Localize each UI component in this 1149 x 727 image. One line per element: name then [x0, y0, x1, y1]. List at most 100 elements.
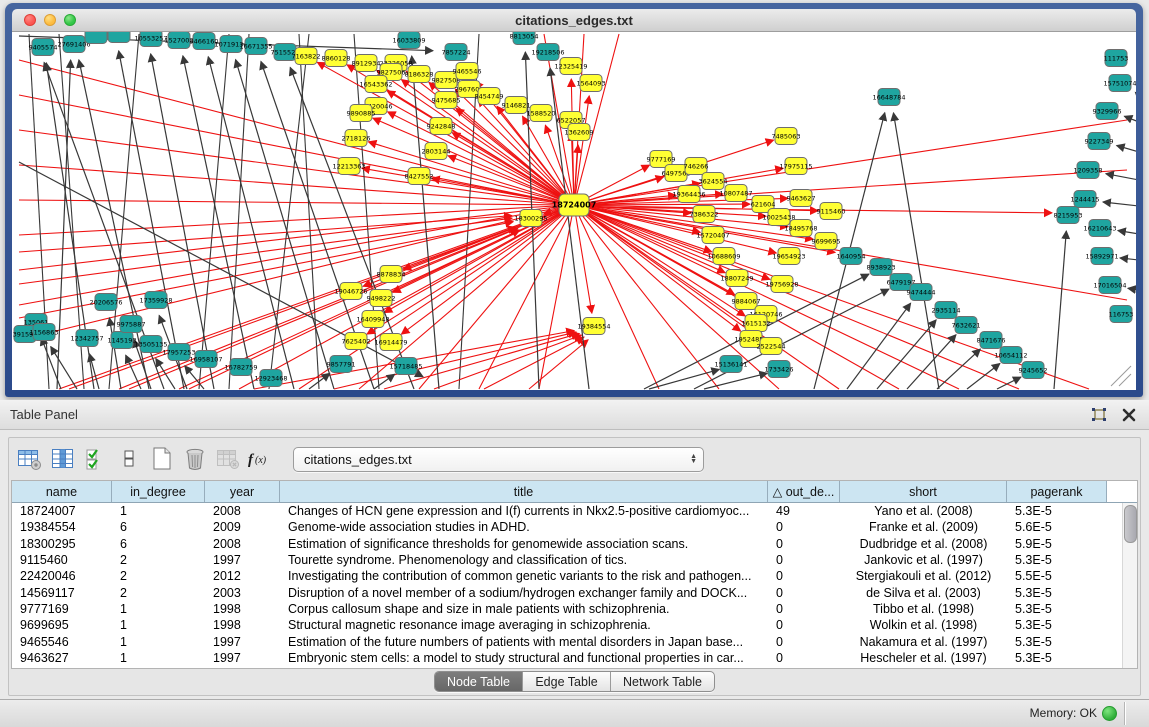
cell-in_degree[interactable]: 6 — [112, 520, 205, 534]
cell-title[interactable]: Estimation of the future numbers of pati… — [280, 635, 768, 649]
close-panel-icon[interactable] — [1119, 406, 1139, 424]
cell-year[interactable]: 2012 — [205, 569, 280, 583]
cell-short[interactable]: Nakamura et al. (1997) — [840, 635, 1007, 649]
cell-in_degree[interactable]: 1 — [112, 602, 205, 616]
import-table-icon[interactable] — [213, 445, 243, 473]
network-canvas[interactable]: 1872400718300295193845549405574276914061… — [12, 32, 1136, 390]
cell-in_degree[interactable]: 1 — [112, 635, 205, 649]
cell-year[interactable]: 2003 — [205, 586, 280, 600]
cell-title[interactable]: Structural magnetic resonance image aver… — [280, 618, 768, 632]
function-icon[interactable]: f(x) — [246, 445, 276, 473]
cell-out_degree[interactable]: 0 — [768, 618, 840, 632]
table-row[interactable]: 2242004622012Investigating the contribut… — [12, 568, 1123, 584]
table-settings-icon[interactable] — [15, 445, 45, 473]
cell-pagerank[interactable]: 5.3E-5 — [1007, 635, 1107, 649]
cell-title[interactable]: Embryonic stem cells: a model to study s… — [280, 651, 768, 665]
float-panel-icon[interactable] — [1089, 406, 1109, 424]
cell-name[interactable]: 9465546 — [12, 635, 112, 649]
cell-pagerank[interactable]: 5.3E-5 — [1007, 618, 1107, 632]
row-check-icon[interactable] — [81, 445, 111, 473]
cell-out_degree[interactable]: 0 — [768, 635, 840, 649]
column-header-title[interactable]: title — [280, 481, 768, 502]
cell-year[interactable]: 1997 — [205, 553, 280, 567]
cell-title[interactable]: Changes of HCN gene expression and I(f) … — [280, 504, 768, 518]
cell-name[interactable]: 9115460 — [12, 553, 112, 567]
cell-pagerank[interactable]: 5.6E-5 — [1007, 520, 1107, 534]
cell-out_degree[interactable]: 0 — [768, 602, 840, 616]
cell-in_degree[interactable]: 1 — [112, 504, 205, 518]
cell-in_degree[interactable]: 1 — [112, 618, 205, 632]
cell-pagerank[interactable]: 5.3E-5 — [1007, 553, 1107, 567]
cell-short[interactable]: Stergiakouli et al. (2012) — [840, 569, 1007, 583]
table-row[interactable]: 1456911722003Disruption of a novel membe… — [12, 584, 1123, 600]
cell-in_degree[interactable]: 2 — [112, 553, 205, 567]
cell-short[interactable]: Hescheler et al. (1997) — [840, 651, 1007, 665]
column-header-in_degree[interactable]: in_degree — [112, 481, 205, 502]
cell-year[interactable]: 1998 — [205, 618, 280, 632]
cell-title[interactable]: Investigating the contribution of common… — [280, 569, 768, 583]
cell-year[interactable]: 2008 — [205, 504, 280, 518]
cell-short[interactable]: Yano et al. (2008) — [840, 504, 1007, 518]
column-header-year[interactable]: year — [205, 481, 280, 502]
window-titlebar[interactable]: citations_edges.txt — [12, 9, 1136, 32]
table-row[interactable]: 969969511998Structural magnetic resonanc… — [12, 617, 1123, 633]
cell-short[interactable]: Franke et al. (2009) — [840, 520, 1007, 534]
cell-out_degree[interactable]: 0 — [768, 569, 840, 583]
table-row[interactable]: 1872400712008Changes of HCN gene express… — [12, 503, 1123, 519]
cell-short[interactable]: Dudbridge et al. (2008) — [840, 537, 1007, 551]
column-header-short[interactable]: short — [840, 481, 1007, 502]
cell-pagerank[interactable]: 5.5E-5 — [1007, 569, 1107, 583]
table-row[interactable]: 946362711997Embryonic stem cells: a mode… — [12, 650, 1123, 666]
rows-icon[interactable] — [114, 445, 144, 473]
column-select-icon[interactable] — [48, 445, 78, 473]
cell-title[interactable]: Tourette syndrome. Phenomenology and cla… — [280, 553, 768, 567]
delete-table-icon[interactable] — [180, 445, 210, 473]
tab-edge-table[interactable]: Edge Table — [523, 672, 611, 691]
cell-year[interactable]: 1997 — [205, 635, 280, 649]
table-row[interactable]: 1938455462009Genome-wide association stu… — [12, 519, 1123, 535]
resize-grip-icon[interactable] — [1111, 366, 1131, 386]
cell-year[interactable]: 2009 — [205, 520, 280, 534]
cell-title[interactable]: Genome-wide association studies in ADHD. — [280, 520, 768, 534]
cell-short[interactable]: Wolkin et al. (1998) — [840, 618, 1007, 632]
cell-year[interactable]: 1998 — [205, 602, 280, 616]
cell-pagerank[interactable]: 5.3E-5 — [1007, 504, 1107, 518]
cell-in_degree[interactable]: 2 — [112, 586, 205, 600]
cell-out_degree[interactable]: 49 — [768, 504, 840, 518]
cell-pagerank[interactable]: 5.3E-5 — [1007, 602, 1107, 616]
table-row[interactable]: 977716911998Corpus callosum shape and si… — [12, 601, 1123, 617]
graph-node[interactable] — [108, 32, 130, 43]
cell-in_degree[interactable]: 6 — [112, 537, 205, 551]
cell-name[interactable]: 19384554 — [12, 520, 112, 534]
cell-in_degree[interactable]: 2 — [112, 569, 205, 583]
cell-name[interactable]: 18724007 — [12, 504, 112, 518]
cell-short[interactable]: Tibbo et al. (1998) — [840, 602, 1007, 616]
cell-out_degree[interactable]: 0 — [768, 520, 840, 534]
column-header-out_degree[interactable]: △ out_de... — [768, 481, 840, 502]
tab-node-table[interactable]: Node Table — [435, 672, 523, 691]
cell-name[interactable]: 9463627 — [12, 651, 112, 665]
cell-short[interactable]: de Silva et al. (2003) — [840, 586, 1007, 600]
cell-name[interactable]: 22420046 — [12, 569, 112, 583]
cell-name[interactable]: 9699695 — [12, 618, 112, 632]
cell-out_degree[interactable]: 0 — [768, 651, 840, 665]
table-source-dropdown[interactable]: citations_edges.txt ▲▼ — [293, 447, 704, 472]
cell-year[interactable]: 1997 — [205, 651, 280, 665]
scrollbar-thumb[interactable] — [1124, 505, 1137, 543]
cell-pagerank[interactable]: 5.9E-5 — [1007, 537, 1107, 551]
table-scrollbar[interactable] — [1122, 503, 1137, 668]
table-row[interactable]: 946554611997Estimation of the future num… — [12, 633, 1123, 649]
cell-out_degree[interactable]: 0 — [768, 537, 840, 551]
cell-pagerank[interactable]: 5.3E-5 — [1007, 651, 1107, 665]
cell-title[interactable]: Corpus callosum shape and size in male p… — [280, 602, 768, 616]
column-header-name[interactable]: name — [12, 481, 112, 502]
cell-out_degree[interactable]: 0 — [768, 553, 840, 567]
tab-network-table[interactable]: Network Table — [611, 672, 714, 691]
cell-name[interactable]: 18300295 — [12, 537, 112, 551]
cell-name[interactable]: 14569117 — [12, 586, 112, 600]
cell-title[interactable]: Estimation of significance thresholds fo… — [280, 537, 768, 551]
cell-year[interactable]: 2008 — [205, 537, 280, 551]
cell-out_degree[interactable]: 0 — [768, 586, 840, 600]
table-row[interactable]: 911546021997Tourette syndrome. Phenomeno… — [12, 552, 1123, 568]
cell-short[interactable]: Jankovic et al. (1997) — [840, 553, 1007, 567]
